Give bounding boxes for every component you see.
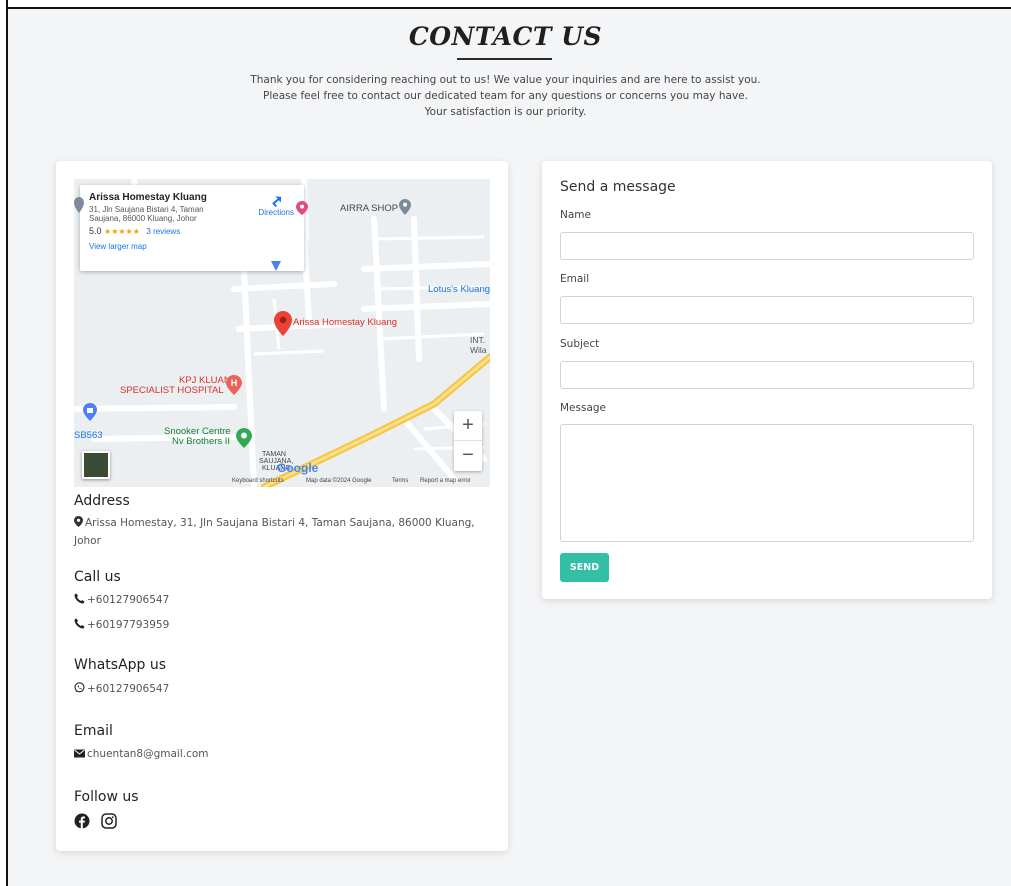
call-heading: Call us [74,569,121,585]
subject-input[interactable] [560,361,974,389]
message-label: Message [560,402,607,414]
phone-line[interactable]: +60197793959 [74,617,169,635]
phone-value: +60197793959 [87,619,170,631]
intro-line: Your satisfaction is our priority. [424,106,587,118]
name-input[interactable] [560,232,974,260]
place-rating: 5.0 ★★★★★ 3 reviews [89,226,295,236]
map-data-text: Map data ©2024 Google [306,478,372,484]
follow-heading: Follow us [74,789,139,805]
terms-link[interactable]: Terms [392,478,408,484]
whatsapp-icon [74,682,85,699]
social-links [74,813,123,833]
email-label: Email [560,273,590,285]
location-pin-icon [274,311,292,336]
title-underline [457,58,552,60]
satellite-toggle[interactable] [82,451,110,479]
location-icon [74,516,83,533]
map-label-wila: Wila [470,345,487,355]
facebook-icon[interactable] [74,813,90,833]
form-title: Send a message [560,179,676,195]
hospital-marker-icon: H [226,375,242,395]
map-label-kpj-hospital: SPECIALIST HOSPITAL [120,385,224,396]
map-label-homestay: Arissa Homestay Kluang [293,317,398,328]
email-line[interactable]: chuentan8@gmail.com [74,746,209,764]
address-text: Arissa Homestay, 31, Jln Saujana Bistari… [74,515,484,550]
rating-value: 5.0 [89,226,102,236]
zoom-out-button[interactable]: − [454,441,482,471]
map-marker-icon [74,197,84,213]
subject-label: Subject [560,338,600,350]
directions-button[interactable]: Directions [258,193,294,217]
view-larger-map-link[interactable]: View larger map [89,242,295,251]
place-address: 31, Jln Saujana Bistari 4, Taman Saujana… [89,205,204,223]
map-marker-icon [399,199,411,215]
rating-stars: ★★★★★ [104,227,140,236]
intro-text: Thank you for considering reaching out t… [0,72,1011,120]
bag-marker-icon [83,403,97,421]
address-heading: Address [74,493,130,509]
phone-icon [74,593,85,610]
phone-icon [74,618,85,635]
google-logo: Google [277,461,319,475]
window-frame-top [0,0,1011,9]
phone-value: +60127906547 [87,594,170,606]
report-map-error-link[interactable]: Report a map error [420,478,471,484]
intro-line: Please feel free to contact our dedicate… [263,90,748,102]
intro-line: Thank you for considering reaching out t… [250,74,761,86]
snooker-marker-icon [236,428,252,448]
zoom-controls: + − [454,411,482,471]
svg-text:H: H [231,378,238,388]
message-textarea[interactable] [560,424,974,542]
window-frame-left [0,0,8,886]
email-heading: Email [74,723,113,739]
keyboard-shortcuts-link[interactable]: Keyboard shortcuts [232,478,284,484]
message-form-card: Send a message Name Email Subject Messag… [542,161,992,599]
page-title: CONTACT US [408,22,603,51]
email-value: chuentan8@gmail.com [87,748,209,760]
address-value: Arissa Homestay, 31, Jln Saujana Bistari… [74,517,475,547]
instagram-icon[interactable] [101,813,117,833]
map-label-int: INT. [470,335,486,345]
envelope-icon [74,747,85,764]
zoom-in-button[interactable]: + [454,411,482,441]
embedded-map[interactable]: Arissa Homestay Kluang 31, Jln Saujana B… [74,179,490,487]
whatsapp-line[interactable]: +60127906547 [74,681,169,699]
map-footer: Keyboard shortcuts Map data ©2024 Google… [74,477,490,487]
whatsapp-value: +60127906547 [87,683,170,695]
name-label: Name [560,209,591,221]
map-label-lotus: Lotus's Kluang [428,284,490,295]
email-input[interactable] [560,296,974,324]
map-marker-icon [296,201,308,215]
send-button[interactable]: SEND [560,553,609,582]
map-marker-icon [271,261,281,271]
phone-line[interactable]: +60127906547 [74,592,169,610]
reviews-link[interactable]: 3 reviews [146,227,180,236]
whatsapp-heading: WhatsApp us [74,657,167,673]
map-label-snooker-name: Nv Brothers II [172,436,231,447]
directions-label: Directions [258,208,294,217]
map-label-airra-shop: AIRRA SHOP [340,203,399,214]
directions-icon [272,196,282,207]
map-label-sb563: SB563 [74,430,103,441]
map-label-taman: TAMAN [262,451,286,458]
map-place-card: Arissa Homestay Kluang 31, Jln Saujana B… [80,185,304,271]
contact-info-card: Arissa Homestay Kluang 31, Jln Saujana B… [56,161,508,851]
